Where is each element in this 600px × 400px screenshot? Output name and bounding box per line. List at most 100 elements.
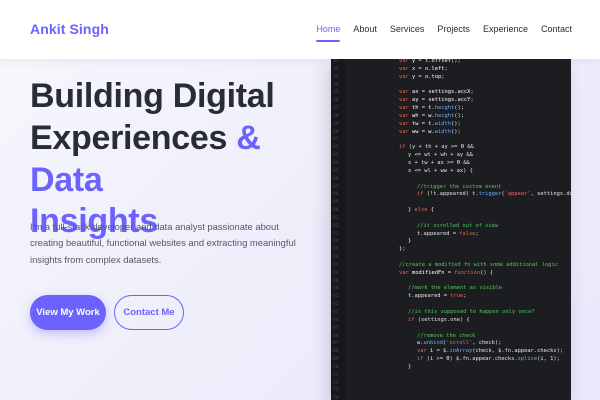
view-my-work-button[interactable]: View My Work (30, 295, 106, 330)
code-line: 39 var tw = t.width(); (331, 121, 571, 129)
code-line-number: 61 (333, 294, 339, 300)
code-line-number: 64 (333, 317, 339, 323)
code-line: 47 //trigger the custom event (331, 184, 571, 192)
code-line: 68 var i = $.inArray(check, $.fn.appear.c… (331, 348, 571, 356)
nav-links: Home About Services Projects Experience … (316, 24, 572, 42)
code-line: 61 t.appeared = true; (331, 293, 571, 301)
code-line-number: 54 (333, 239, 339, 245)
code-line: 57 //create a modified fn with some addit… (331, 262, 571, 270)
code-line-number: 31 (333, 59, 339, 64)
brand-logo[interactable]: Ankit Singh (30, 21, 109, 37)
code-line: 51 (331, 215, 571, 223)
code-text: } else { (408, 207, 434, 214)
code-line-number: 40 (333, 129, 339, 135)
code-line-number: 35 (333, 90, 339, 96)
code-line: 67 w.unbind('scroll', check); (331, 340, 571, 348)
code-line: 63 //is this supposed to happen only once… (331, 309, 571, 317)
code-line-number: 39 (333, 121, 339, 127)
code-line: 73 (331, 387, 571, 395)
code-line-number: 52 (333, 223, 339, 229)
code-line: 64 if (settings.one) { (331, 317, 571, 325)
code-line-number: 53 (333, 231, 339, 237)
code-line: 48 if (!t.appeared) t.trigger('appear', s… (331, 191, 571, 199)
nav-link-about[interactable]: About (353, 24, 377, 34)
code-line-number: 49 (333, 200, 339, 206)
nav-link-experience[interactable]: Experience (483, 24, 528, 34)
code-line-number: 48 (333, 192, 339, 198)
code-line-number: 34 (333, 82, 339, 88)
code-line-number: 51 (333, 215, 339, 221)
code-line-number: 38 (333, 113, 339, 119)
code-line: 59 (331, 278, 571, 286)
code-line-number: 68 (333, 349, 339, 355)
code-line-number: 37 (333, 106, 339, 112)
code-text: w.unbind('scroll', check); (417, 340, 502, 347)
nav-link-home[interactable]: Home (316, 24, 341, 42)
code-text: var i = $.inArray(check, $.fn.appear.che… (417, 348, 564, 355)
code-line: 50 } else { (331, 207, 571, 215)
code-line-number: 56 (333, 255, 339, 261)
code-text: if (y + th + ay >= 0 && (399, 144, 474, 151)
code-line-number: 58 (333, 270, 339, 276)
code-line: 43 y <= wt + wh + ay && (331, 152, 571, 160)
nav-link-contact[interactable]: Contact (541, 24, 572, 34)
code-line: 55}; (331, 246, 571, 254)
code-text: var modifiedFn = function() { (399, 269, 494, 276)
code-line-number: 60 (333, 286, 339, 292)
code-lines: 31 var y = t.offset(); 32 var x = o.left; 33… (331, 59, 571, 400)
code-line-number: 42 (333, 145, 339, 151)
code-text: }; (399, 246, 406, 253)
code-text: x + tw + ax >= 0 && (408, 159, 470, 166)
code-line-number: 41 (333, 137, 339, 143)
code-line: 45 x <= wl + ww + ax) { (331, 168, 571, 176)
code-text: //create a modified fn with some additio… (399, 261, 559, 268)
code-line-number: 36 (333, 98, 339, 104)
nav-link-services[interactable]: Services (390, 24, 425, 34)
code-line: 66 //remove the check (331, 333, 571, 341)
code-line: 65 (331, 325, 571, 333)
code-line: 49 (331, 199, 571, 207)
nav-link-projects[interactable]: Projects (437, 24, 470, 34)
code-line-number: 55 (333, 247, 339, 253)
code-line-number: 67 (333, 341, 339, 347)
code-text: var wh = w.height(); (399, 112, 464, 119)
code-line: 71 (331, 372, 571, 380)
code-line: 34 (331, 82, 571, 90)
code-line: 53 t.appeared = false; (331, 231, 571, 239)
code-line-number: 33 (333, 74, 339, 80)
code-text: var y = o.top; (399, 73, 445, 80)
code-text: //it scrolled out of view (417, 222, 499, 229)
code-line-number: 50 (333, 208, 339, 214)
code-line-number: 57 (333, 262, 339, 268)
code-line-number: 71 (333, 372, 339, 378)
code-line: 42 if (y + th + ay >= 0 && (331, 144, 571, 152)
code-line: 40 var ww = w.width(); (331, 129, 571, 137)
code-line-number: 32 (333, 66, 339, 72)
code-line-number: 62 (333, 302, 339, 308)
code-text: if (!t.appeared) t.trigger('appear', set… (417, 191, 571, 198)
code-text: var y = t.offset(); (399, 59, 461, 64)
code-text: t.appeared = true; (408, 293, 467, 300)
code-line: 36 var ay = settings.accY; (331, 97, 571, 105)
code-line: 69 if (i >= 0) $.fn.appear.checks.splice(… (331, 356, 571, 364)
code-line: 74 (331, 395, 571, 400)
code-line: 35 var ax = settings.accX; (331, 89, 571, 97)
code-line-number: 59 (333, 278, 339, 284)
code-text: var ww = w.width(); (399, 128, 461, 135)
code-text: var ay = settings.accY; (399, 97, 474, 104)
code-text: var th = t.height(); (399, 105, 464, 112)
code-line: 60 //mark the element as visible (331, 285, 571, 293)
code-line-number: 66 (333, 333, 339, 339)
code-line: 56 (331, 254, 571, 262)
contact-me-button[interactable]: Contact Me (114, 295, 184, 330)
code-line-number: 70 (333, 364, 339, 370)
hero-code-image: 31 var y = t.offset(); 32 var x = o.left; 33… (331, 59, 571, 400)
code-line-number: 63 (333, 310, 339, 315)
code-text: var tw = t.width(); (399, 120, 461, 127)
code-text: //remove the check (417, 332, 476, 339)
code-text: } (408, 363, 412, 370)
code-line: 31 var y = t.offset(); (331, 59, 571, 66)
code-line: 38 var wh = w.height(); (331, 113, 571, 121)
code-text: //mark the element as visible (408, 285, 503, 292)
code-line: 58 var modifiedFn = function() { (331, 270, 571, 278)
